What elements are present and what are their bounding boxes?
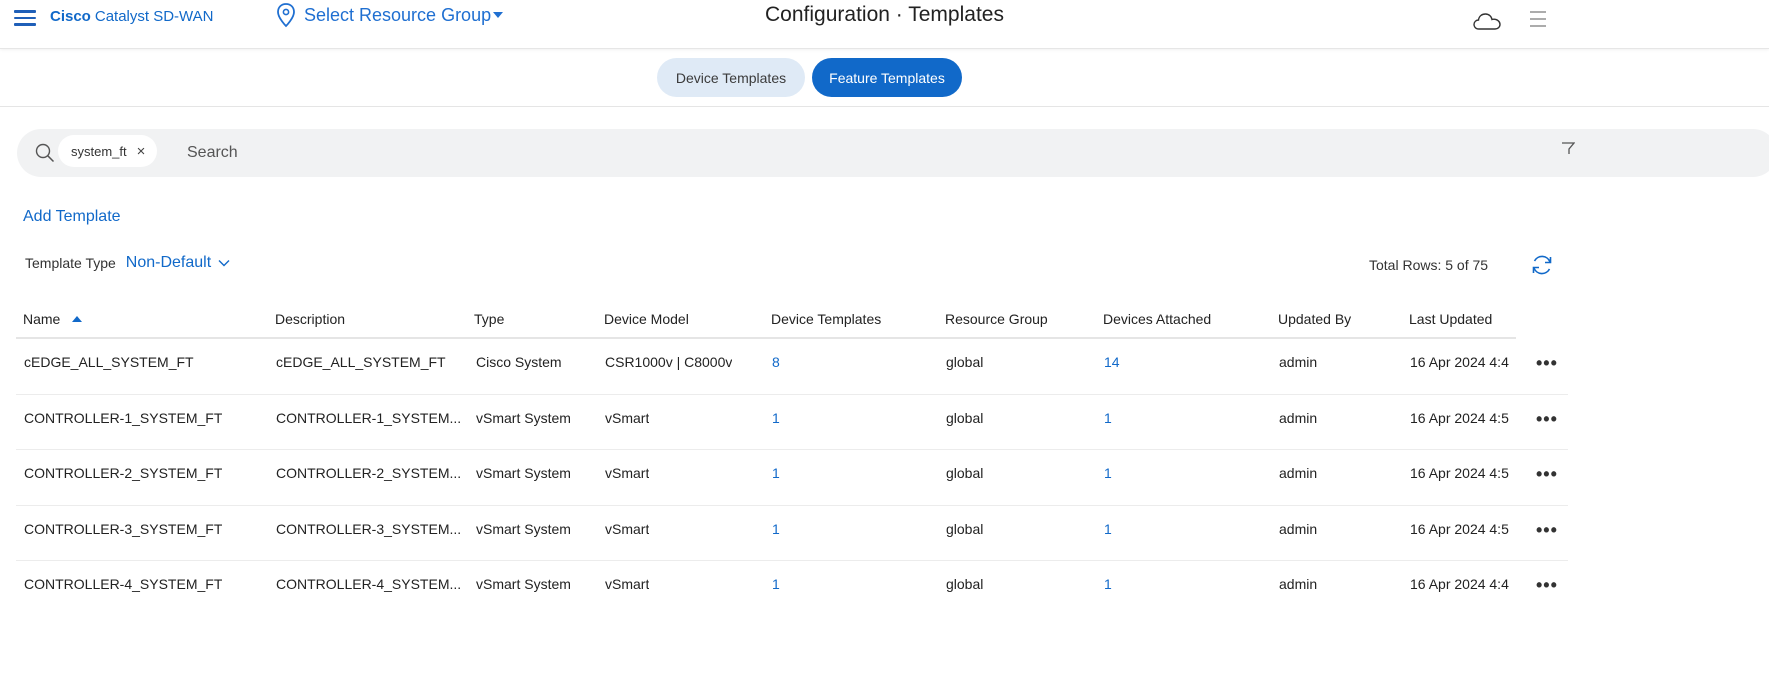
cell-last-updated: 16 Apr 2024 4:5 [1410,410,1509,426]
page-title-page: Templates [908,3,1004,26]
row-actions-more-icon[interactable]: ••• [1536,464,1558,485]
header-divider [0,106,1769,107]
cell-last-updated: 16 Apr 2024 4:4 [1410,354,1509,370]
cell-device-templates[interactable]: 8 [772,354,780,370]
row-actions-more-icon[interactable]: ••• [1536,575,1558,596]
table-row[interactable]: CONTROLLER-2_SYSTEM_FT CONTROLLER-2_SYSTE… [0,449,1769,506]
column-header-devices-attached[interactable]: Devices Attached [1103,311,1211,327]
cell-updated-by: admin [1279,354,1318,370]
cell-resource-group: global [946,354,984,370]
cloud-icon[interactable] [1472,9,1502,33]
template-type-dropdown[interactable]: Non-Default [126,254,231,272]
tab-device-templates[interactable]: Device Templates [657,58,805,97]
total-rows: Total Rows: 5 of 75 [1369,257,1489,273]
page-title-section: Configuration [765,3,890,26]
template-type-value: Non-Default [125,254,212,271]
search-icon [35,143,55,163]
cell-device-model: vSmart [605,521,650,537]
column-header-device-templates[interactable]: Device Templates [771,311,881,327]
cell-description: CONTROLLER-4_SYSTEM... [276,576,462,592]
page-title-separator: · [895,3,903,26]
table-header: Name Description Type Device Model Devic… [0,305,1769,338]
cell-type: vSmart System [476,576,571,592]
cell-device-templates[interactable]: 1 [772,521,780,537]
cell-type: vSmart System [476,521,571,537]
cell-resource-group: global [946,521,984,537]
cell-device-model: vSmart [605,465,650,481]
sort-ascending-icon [72,316,83,322]
table-row[interactable]: cEDGE_ALL_SYSTEM_FT cEDGE_ALL_SYSTEM_FT Ci… [0,338,1769,395]
row-actions-more-icon[interactable]: ••• [1536,409,1558,430]
row-actions-more-icon[interactable]: ••• [1536,353,1558,374]
cell-type: Cisco System [476,354,562,370]
search-bar[interactable]: system_ft × [17,129,1769,177]
column-header-type[interactable]: Type [474,311,504,327]
add-template-button[interactable]: Add Template [23,208,121,226]
cell-device-templates[interactable]: 1 [772,576,780,592]
close-icon[interactable]: × [137,143,146,160]
cell-devices-attached[interactable]: 1 [1104,576,1112,592]
cell-updated-by: admin [1279,465,1318,481]
cell-name: CONTROLLER-3_SYSTEM_FT [24,521,223,537]
table-row[interactable]: CONTROLLER-1_SYSTEM_FT CONTROLLER-1_SYSTE… [0,394,1769,450]
column-header-device-model[interactable]: Device Model [604,311,689,327]
cell-description: CONTROLLER-1_SYSTEM... [276,410,462,426]
top-bar: Cisco Catalyst SD-WAN Select Resource Gro… [0,0,1769,49]
list-menu-icon[interactable] [1528,9,1548,29]
cell-resource-group: global [946,465,984,481]
column-header-description[interactable]: Description [275,311,345,327]
page-title: Configuration · Templates [0,3,1769,27]
table-row[interactable]: CONTROLLER-3_SYSTEM_FT CONTROLLER-3_SYSTE… [0,505,1769,561]
cell-device-model: CSR1000v | C8000v [605,354,733,370]
cell-description: cEDGE_ALL_SYSTEM_FT [276,354,446,370]
cell-device-templates[interactable]: 1 [772,465,780,481]
cell-device-model: vSmart [605,576,650,592]
tab-feature-templates[interactable]: Feature Templates [812,58,962,97]
cell-devices-attached[interactable]: 1 [1104,410,1112,426]
cell-type: vSmart System [476,465,571,481]
table-row[interactable]: CONTROLLER-4_SYSTEM_FT CONTROLLER-4_SYSTE… [0,560,1769,615]
search-filter-chip[interactable]: system_ft × [58,135,158,167]
cell-resource-group: global [946,576,984,592]
column-header-last-updated[interactable]: Last Updated [1409,311,1492,327]
cell-resource-group: global [946,410,984,426]
filter-icon[interactable] [1561,141,1575,155]
cell-last-updated: 16 Apr 2024 4:5 [1410,521,1509,537]
cell-description: CONTROLLER-2_SYSTEM... [276,465,462,481]
cell-updated-by: admin [1279,410,1318,426]
cell-devices-attached[interactable]: 1 [1104,465,1112,481]
cell-last-updated: 16 Apr 2024 4:4 [1410,576,1509,592]
cell-devices-attached[interactable]: 1 [1104,521,1112,537]
cell-updated-by: admin [1279,521,1318,537]
column-header-name[interactable]: Name [23,311,83,327]
cell-devices-attached[interactable]: 14 [1104,354,1120,370]
cell-device-model: vSmart [605,410,650,426]
search-input[interactable] [185,139,1589,167]
chevron-down-icon [218,260,230,267]
cell-name: CONTROLLER-1_SYSTEM_FT [24,410,223,426]
template-type-label: Template Type [25,255,116,271]
cell-name: CONTROLLER-2_SYSTEM_FT [24,465,223,481]
row-actions-more-icon[interactable]: ••• [1536,520,1558,541]
cell-device-templates[interactable]: 1 [772,410,780,426]
template-type-filter: Template Type Non-Default [25,254,231,272]
column-header-resource-group[interactable]: Resource Group [945,311,1048,327]
refresh-icon[interactable] [1530,253,1554,277]
cell-last-updated: 16 Apr 2024 4:5 [1410,465,1509,481]
cell-updated-by: admin [1279,576,1318,592]
cell-description: CONTROLLER-3_SYSTEM... [276,521,462,537]
cell-name: CONTROLLER-4_SYSTEM_FT [24,576,223,592]
cell-type: vSmart System [476,410,571,426]
column-header-updated-by[interactable]: Updated By [1278,311,1351,327]
chip-label: system_ft [71,143,127,159]
cell-name: cEDGE_ALL_SYSTEM_FT [24,354,194,370]
